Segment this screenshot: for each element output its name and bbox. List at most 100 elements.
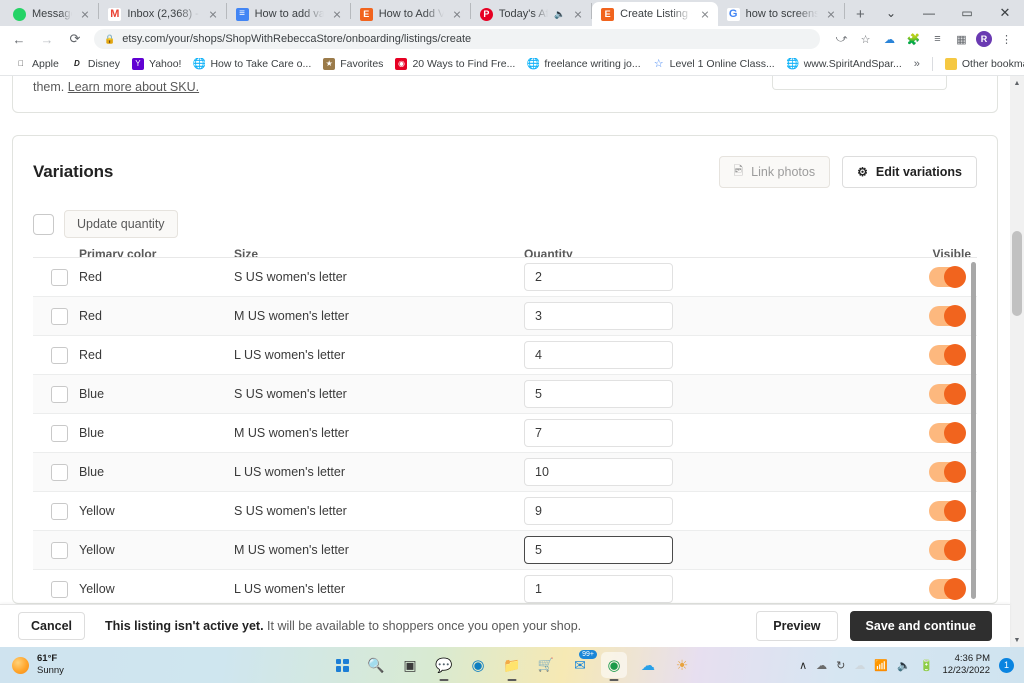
wifi-icon[interactable]: 📶 <box>874 659 888 672</box>
minimize-button[interactable]: — <box>910 0 948 26</box>
task-view-button[interactable]: ▣ <box>397 652 423 678</box>
visible-toggle[interactable] <box>929 461 966 483</box>
row-checkbox[interactable] <box>51 463 68 481</box>
address-bar[interactable]: 🔒 etsy.com/your/shops/ShopWithRebeccaSto… <box>94 29 820 49</box>
select-all-checkbox[interactable] <box>33 213 54 235</box>
bookmark-item[interactable]: ★ Favorites <box>317 56 389 72</box>
battery-icon[interactable]: 🔋 <box>920 659 934 672</box>
row-checkbox[interactable] <box>51 424 68 442</box>
scroll-down-arrow-icon[interactable]: ▼ <box>1010 633 1024 647</box>
chat-button[interactable]: 💬 <box>431 652 457 681</box>
visible-toggle[interactable] <box>929 578 966 600</box>
onedrive-cloud-icon[interactable]: ☁ <box>816 659 827 672</box>
column-header-primary-color[interactable]: Primary color <box>79 248 234 257</box>
table-scrollbar-thumb[interactable] <box>971 262 976 599</box>
bookmark-item[interactable]: D Disney <box>65 56 126 72</box>
quantity-input[interactable]: 7 <box>524 419 673 447</box>
sku-input[interactable] <box>772 76 947 90</box>
close-icon[interactable] <box>206 7 220 21</box>
search-button[interactable]: 🔍 <box>363 652 389 678</box>
bookmark-item[interactable]:  Apple <box>9 56 65 72</box>
close-icon[interactable] <box>450 7 464 21</box>
quantity-input[interactable]: 3 <box>524 302 673 330</box>
volume-icon[interactable]: 🔈 <box>897 659 911 672</box>
quantity-input-focused[interactable]: 5 <box>524 536 673 564</box>
photos-button[interactable]: ☀ <box>669 652 695 678</box>
row-checkbox[interactable] <box>51 385 68 403</box>
preview-button[interactable]: Preview <box>756 611 838 641</box>
chrome-button[interactable]: ◉ <box>601 652 627 681</box>
row-checkbox[interactable] <box>51 346 68 364</box>
row-checkbox[interactable] <box>51 268 68 286</box>
save-and-continue-button[interactable]: Save and continue <box>849 611 992 641</box>
row-checkbox[interactable] <box>51 502 68 520</box>
new-tab-button[interactable]: + <box>849 2 872 26</box>
visible-toggle[interactable] <box>929 500 966 522</box>
cloud-icon[interactable]: ☁ <box>854 659 865 672</box>
browser-tab[interactable]: ≡ How to add varia <box>227 2 350 26</box>
row-checkbox[interactable] <box>51 541 68 559</box>
visible-toggle[interactable] <box>929 266 966 288</box>
reload-icon[interactable]: ⟳ <box>64 28 86 50</box>
maximize-button[interactable]: ▭ <box>948 0 986 26</box>
bookmark-item[interactable]: ◉ 20 Ways to Find Fre... <box>389 56 521 72</box>
cancel-button[interactable]: Cancel <box>18 612 85 640</box>
column-header-quantity[interactable]: Quantity <box>524 248 897 257</box>
bookmark-item[interactable]: 🌐 How to Take Care o... <box>187 56 317 72</box>
share-icon[interactable]: ⤻ <box>832 30 851 49</box>
tab-audio-icon[interactable]: 🔈 <box>554 9 565 20</box>
reading-list-icon[interactable]: ≡ <box>928 30 947 49</box>
bookmark-item[interactable]: 🌐 freelance writing jo... <box>521 56 646 72</box>
quantity-input[interactable]: 5 <box>524 380 673 408</box>
close-icon[interactable] <box>78 7 92 21</box>
browser-tab[interactable]: M Inbox (2,368) - os <box>99 2 225 26</box>
quantity-input[interactable]: 1 <box>524 575 673 603</box>
visible-toggle[interactable] <box>929 539 966 561</box>
quantity-input[interactable]: 10 <box>524 458 673 486</box>
sidebar-icon[interactable]: ▦ <box>952 30 971 49</box>
bookmark-item[interactable]: 🌐 www.SpiritAndSpar... <box>781 56 908 72</box>
row-checkbox[interactable] <box>51 580 68 598</box>
row-checkbox[interactable] <box>51 307 68 325</box>
close-window-button[interactable]: ✕ <box>986 0 1024 26</box>
microsoft-store-button[interactable]: 🛒 <box>533 652 559 678</box>
tab-search-icon[interactable]: ⌄ <box>872 0 910 26</box>
quantity-input[interactable]: 9 <box>524 497 673 525</box>
visible-toggle[interactable] <box>929 344 966 366</box>
bookmark-item[interactable]: Y Yahoo! <box>126 56 188 72</box>
other-bookmarks-button[interactable]: Other bookmarks <box>939 56 1024 72</box>
mail-button[interactable]: ✉ 99+ <box>567 650 597 678</box>
column-header-size[interactable]: Size <box>234 248 524 257</box>
visible-toggle[interactable] <box>929 383 966 405</box>
browser-tab[interactable]: E How to Add Vari <box>351 2 470 26</box>
clock[interactable]: 4:36 PM 12/23/2022 <box>942 653 990 677</box>
browser-tab[interactable]: Messages <box>4 2 98 26</box>
edge-button[interactable]: ◉ <box>465 652 491 678</box>
extensions-puzzle-icon[interactable]: 🧩 <box>904 30 923 49</box>
onedrive-button[interactable]: ☁ <box>635 652 661 678</box>
edit-variations-button[interactable]: ⚙ Edit variations <box>842 156 977 188</box>
quantity-input[interactable]: 4 <box>524 341 673 369</box>
bookmark-item[interactable]: ☆ Level 1 Online Class... <box>647 56 781 72</box>
close-icon[interactable] <box>824 7 838 21</box>
close-icon[interactable] <box>571 7 585 21</box>
forward-icon[interactable]: → <box>36 28 58 50</box>
tray-chevron-icon[interactable]: ∧ <box>799 659 807 672</box>
quantity-input[interactable]: 2 <box>524 263 673 291</box>
back-icon[interactable]: ← <box>8 28 30 50</box>
page-scrollbar[interactable]: ▲ ▼ <box>1010 76 1024 647</box>
browser-tab[interactable]: P Today's Afrob 🔈 <box>471 2 591 26</box>
close-icon[interactable] <box>698 7 712 21</box>
browser-tab[interactable]: G how to screensho <box>718 2 844 26</box>
close-icon[interactable] <box>330 7 344 21</box>
chrome-menu-icon[interactable]: ⋮ <box>997 30 1016 49</box>
browser-tab-active[interactable]: E Create Listing - E <box>592 2 718 26</box>
page-scrollbar-thumb[interactable] <box>1012 231 1022 316</box>
update-quantity-button[interactable]: Update quantity <box>64 210 178 238</box>
column-header-visible[interactable]: Visible <box>897 248 977 257</box>
visible-toggle[interactable] <box>929 422 966 444</box>
visible-toggle[interactable] <box>929 305 966 327</box>
link-photos-button[interactable]: 🖻 Link photos <box>718 156 831 188</box>
notification-badge[interactable]: 1 <box>999 657 1014 673</box>
sync-icon[interactable]: ↻ <box>836 659 845 672</box>
